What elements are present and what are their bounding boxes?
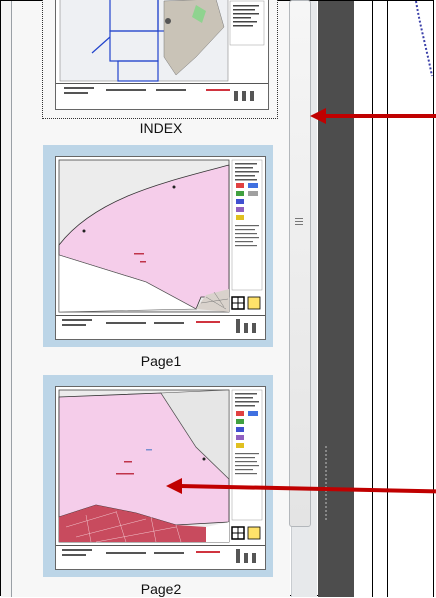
thumbnail-index[interactable] (55, 0, 269, 110)
page2-map-preview (56, 387, 265, 569)
thumbnail-page1[interactable] (55, 156, 266, 340)
scrollbar-thumb[interactable] (289, 0, 311, 527)
document-view (354, 1, 434, 597)
annotation-arrow-top (324, 114, 436, 118)
page-border-line (372, 1, 373, 597)
page1-map-preview (56, 157, 265, 339)
thumbnail-label-page2: Page2 (140, 581, 182, 597)
thumbnail-panel: INDEX Page1 Page2 (12, 0, 290, 597)
splitter-grip-icon (324, 445, 328, 520)
map-edge-preview (415, 1, 433, 77)
scrollbar-grip-icon (295, 218, 303, 228)
thumbnail-page2[interactable] (55, 386, 266, 570)
left-gutter (1, 1, 12, 597)
thumbnail-label-index: INDEX (139, 120, 183, 136)
annotation-arrowhead-top (310, 108, 326, 124)
thumbnail-label-page1: Page1 (140, 353, 182, 369)
annotation-arrowhead-bottom (166, 478, 182, 494)
thumbnail-index-focus[interactable] (42, 0, 278, 119)
page-border-line (433, 1, 434, 597)
page-border-line (387, 1, 388, 597)
index-map-preview (56, 0, 268, 109)
